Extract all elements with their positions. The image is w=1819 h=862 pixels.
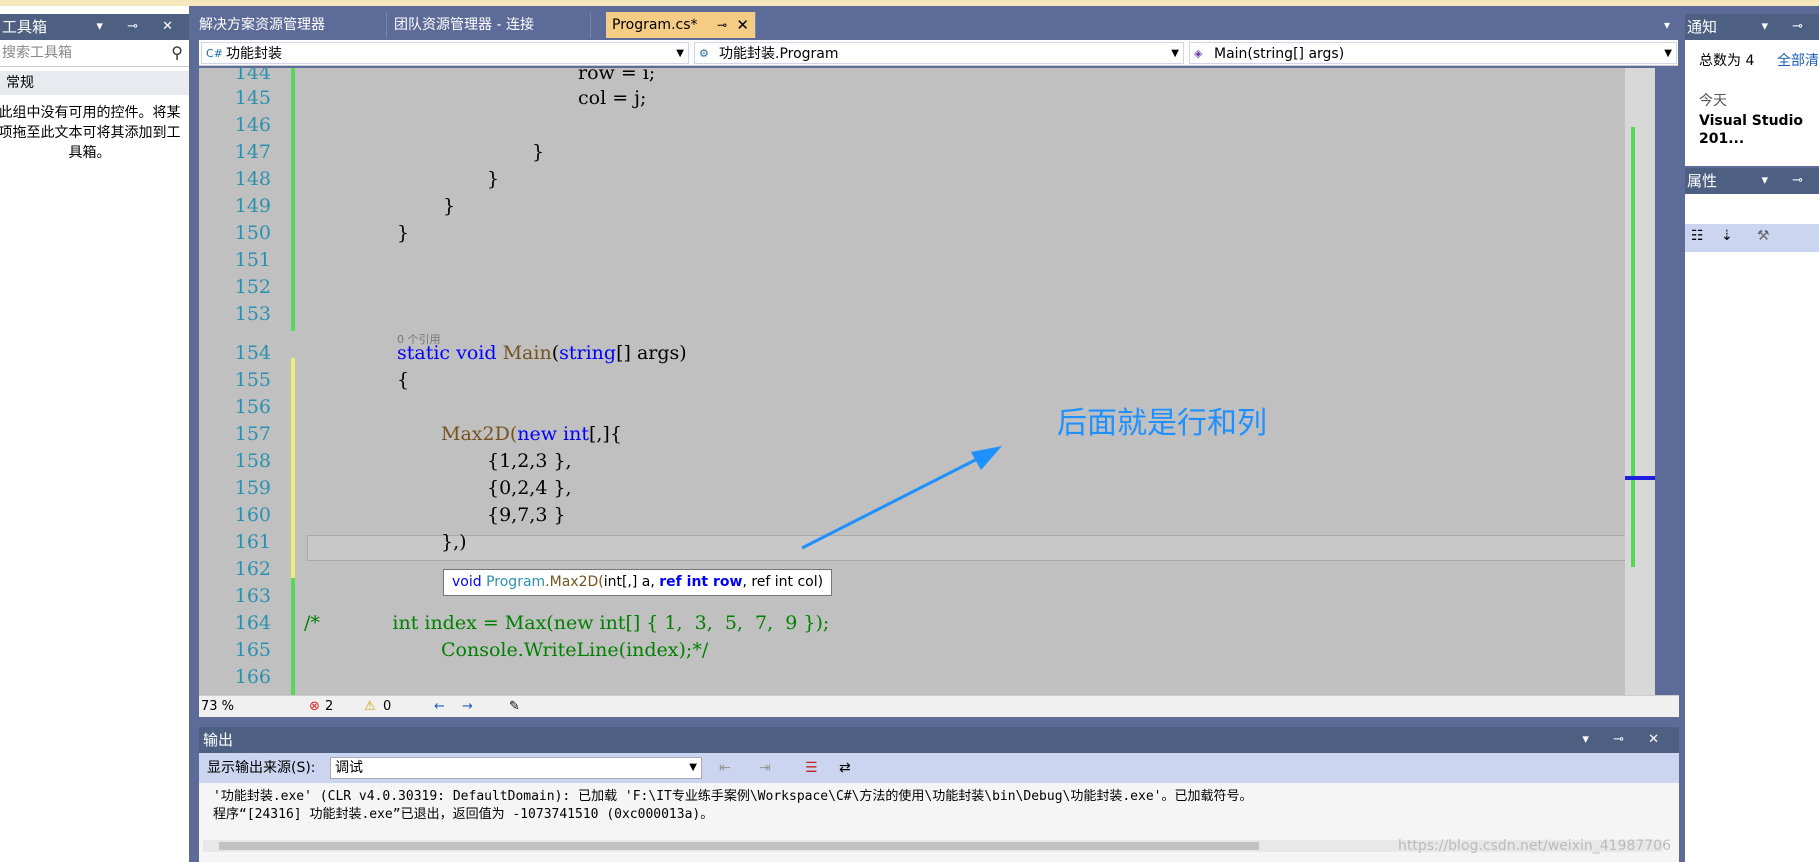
chevron-down-icon: ▼ [689, 762, 697, 773]
class-combo[interactable]: ⚙ 功能封装.Program ▼ [694, 42, 1184, 64]
output-header: 输出 ▾ ⊸ ✕ [199, 727, 1679, 753]
toolbox-group-general[interactable]: 常规 [0, 71, 189, 95]
prev-message-icon[interactable]: ⇥ [759, 753, 771, 783]
properties-header: 属性 ▾ ⊸ [1685, 168, 1819, 194]
toolbox-header: 工具箱 ▾ ⊸ ✕ [0, 14, 189, 40]
notifications-window-buttons[interactable]: ▾ ⊸ [1761, 14, 1813, 40]
toolbox-window-buttons[interactable]: ▾ ⊸ ✕ [96, 14, 183, 40]
output-panel: 输出 ▾ ⊸ ✕ 显示输出来源(S): 调试 ▼ ⇤ ⇥ ☰ ⇄ '功能封装.ex… [199, 727, 1679, 862]
pin-icon[interactable]: ⊸ [717, 12, 727, 38]
top-strip [0, 0, 1819, 6]
project-combo[interactable]: C# 功能封装 ▼ [201, 42, 689, 64]
scrollbar-caret-marker [1625, 476, 1655, 480]
search-icon[interactable]: ⚲ [171, 40, 183, 66]
member-combo[interactable]: ◈ Main(string[] args) ▼ [1189, 42, 1677, 64]
error-count[interactable]: 2 [325, 698, 333, 716]
brush-icon[interactable]: ✎ [509, 698, 520, 716]
word-wrap-icon[interactable]: ⇄ [839, 753, 851, 783]
scrollbar-thumb[interactable] [219, 842, 1259, 850]
toolbox-title: 工具箱 [2, 18, 48, 36]
tab-program-cs[interactable]: Program.cs* ⊸ ✕ [606, 12, 756, 38]
toolbox-search-input[interactable]: 搜索工具箱 ⚲ [0, 40, 189, 67]
output-line: 程序“[24316] 功能封装.exe”已退出，返回值为 -1073741510… [213, 807, 714, 822]
annotation-arrow [801, 446, 1002, 550]
properties-toolbar: ☷ ⇣ ⚒ [1685, 224, 1819, 252]
find-message-icon[interactable]: ⇤ [719, 753, 731, 783]
class-icon: ⚙ [699, 47, 709, 60]
tab-overflow-dropdown-icon[interactable]: ▾ [1664, 12, 1670, 38]
tab-solution-explorer[interactable]: 解决方案资源管理器 [193, 12, 387, 38]
code-editor[interactable]: 144 145 146 147 148 149 150 151 152 153 … [199, 68, 1655, 700]
editor-vertical-scrollbar[interactable] [1625, 68, 1655, 700]
zoom-level[interactable]: 73 % [201, 698, 234, 716]
warning-count[interactable]: 0 [383, 698, 391, 716]
chevron-down-icon: ▼ [1664, 48, 1672, 59]
notifications-panel: 通知 ▾ ⊸ 总数为 4 全部清 今天 Visual Studio 201... [1685, 14, 1819, 166]
output-window-buttons[interactable]: ▾ ⊸ ✕ [1582, 727, 1669, 753]
tab-team-explorer[interactable]: 团队资源管理器 - 连接 [388, 12, 591, 38]
clear-all-link[interactable]: 全部清 [1777, 50, 1819, 70]
editor-status-row: 73 % ⊗ 2 ⚠ 0 ← → ✎ [199, 695, 1679, 717]
notification-group-today: 今天 [1699, 93, 1727, 109]
toolbox-panel: 工具箱 ▾ ⊸ ✕ 搜索工具箱 ⚲ 常规 此组中没有可用的控件。将某项拖至此文本… [0, 6, 189, 862]
navigation-bar: C# 功能封装 ▼ ⚙ 功能封装.Program ▼ ◈ Main(string[]… [199, 40, 1678, 66]
watermark: https://blog.csdn.net/weixin_41987706 [1397, 838, 1671, 854]
properties-window-buttons[interactable]: ▾ ⊸ [1761, 168, 1813, 194]
clear-all-icon[interactable]: ☰ [805, 753, 818, 783]
notification-total: 总数为 4 [1699, 53, 1755, 69]
warning-icon[interactable]: ⚠ [364, 698, 376, 716]
wrench-icon[interactable]: ⚒ [1757, 228, 1770, 244]
output-toolbar: 显示输出来源(S): 调试 ▼ ⇤ ⇥ ☰ ⇄ [199, 753, 1679, 783]
navigate-back-icon[interactable]: ← [434, 698, 445, 716]
toolbox-empty-text: 此组中没有可用的控件。将某项拖至此文本可将其添加到工具箱。 [0, 105, 181, 161]
notification-item[interactable]: Visual Studio 201... [1699, 112, 1809, 148]
navigate-forward-icon[interactable]: → [462, 698, 473, 716]
error-icon[interactable]: ⊗ [309, 698, 320, 716]
scrollbar-change-marker [1631, 127, 1635, 567]
chevron-down-icon: ▼ [676, 48, 684, 59]
document-tab-bar: 解决方案资源管理器 团队资源管理器 - 连接 Program.cs* ⊸ ✕ ▾ [193, 12, 1678, 38]
chevron-down-icon: ▼ [1171, 48, 1179, 59]
output-line: '功能封装.exe' (CLR v4.0.30319: DefaultDomai… [213, 789, 1253, 804]
notifications-header: 通知 ▾ ⊸ [1685, 14, 1819, 40]
sort-alpha-icon[interactable]: ⇣ [1721, 228, 1733, 244]
categorized-icon[interactable]: ☷ [1691, 228, 1704, 244]
output-source-select[interactable]: 调试 ▼ [330, 757, 702, 779]
close-icon[interactable]: ✕ [736, 12, 749, 38]
method-icon: ◈ [1194, 47, 1203, 60]
properties-panel: 属性 ▾ ⊸ ☷ ⇣ ⚒ [1685, 168, 1819, 862]
csharp-project-icon: C# [206, 47, 223, 60]
